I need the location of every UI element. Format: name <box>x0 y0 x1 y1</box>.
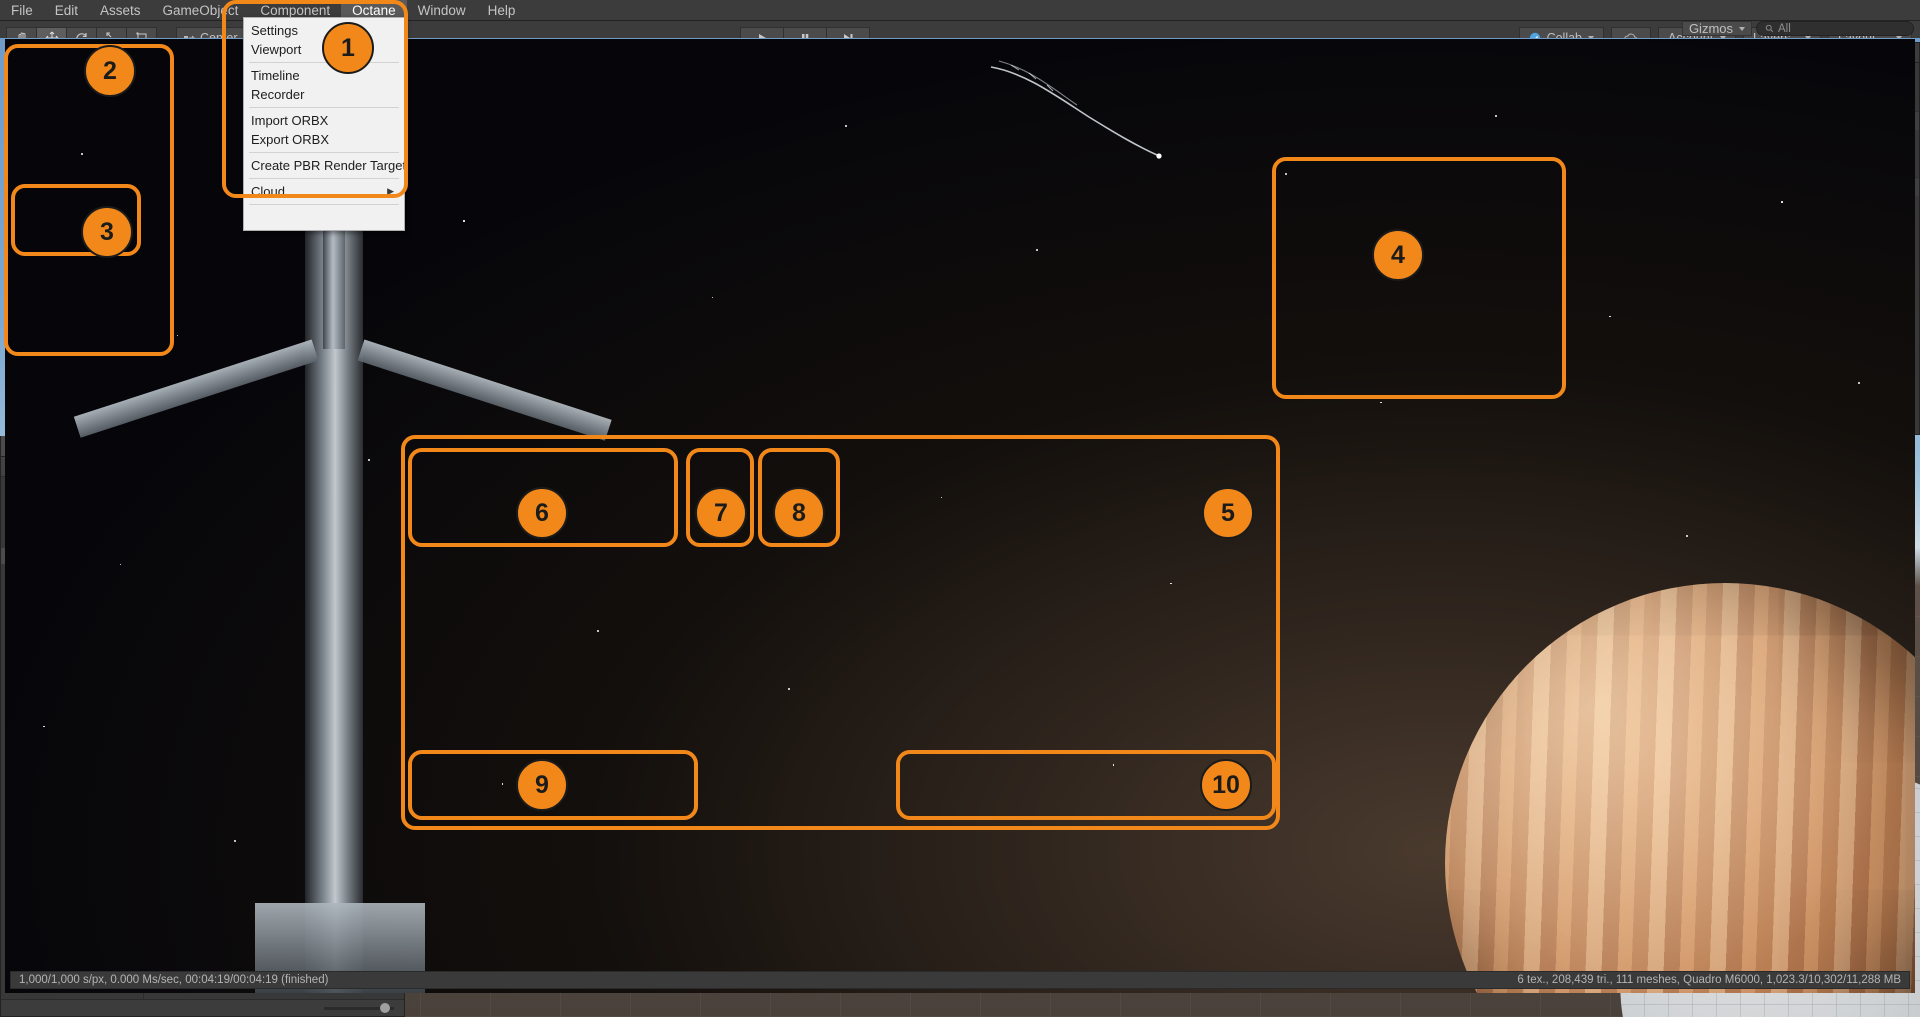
octane-menu-label: Recorder <box>251 87 305 102</box>
scene-search-input[interactable]: All <box>1756 21 1914 36</box>
octane-menu-label: Cloud <box>251 184 285 199</box>
octane-menu-recorder[interactable]: Recorder <box>244 85 404 104</box>
menu-edit[interactable]: Edit <box>44 0 89 21</box>
octane-menu-create-pbr-render-target[interactable]: Create PBR Render Target <box>244 156 407 175</box>
search-icon <box>1765 24 1774 33</box>
octane-menu-label: Create PBR Render Target <box>251 158 407 173</box>
annotation-number: 2 <box>103 56 117 85</box>
octane-menu-export-orbx[interactable]: Export ORBX <box>244 130 404 149</box>
menu-help[interactable]: Help <box>477 0 527 21</box>
octane-menu-install <box>244 208 404 227</box>
octane-menu-label: Import ORBX <box>251 113 329 128</box>
comet-debris <box>990 60 1162 159</box>
render-status-right: 6 tex., 208,439 tri., 111 meshes, Quadro… <box>1517 974 1901 986</box>
chevron-down-icon <box>1739 26 1745 31</box>
slider-knob[interactable] <box>380 1002 390 1013</box>
menu-separator <box>249 152 399 153</box>
gizmos-dropdown[interactable]: Gizmos <box>1681 21 1752 36</box>
menu-separator <box>249 107 399 108</box>
octane-menu-label: Export ORBX <box>251 132 330 147</box>
menu-file[interactable]: File <box>0 0 44 21</box>
annotation-number: 4 <box>1391 240 1405 269</box>
render-status-bar: 1,000/1,000 s/px, 0.000 Ms/sec, 00:04:19… <box>10 971 1910 989</box>
annotation-marker-3: 3 <box>81 206 133 258</box>
asset-zoom-slider[interactable] <box>324 1002 394 1013</box>
annotation-marker-5: 5 <box>1202 487 1254 539</box>
annotation-marker-8: 8 <box>773 487 825 539</box>
octane-menu-import-orbx[interactable]: Import ORBX <box>244 111 404 130</box>
annotation-number: 6 <box>535 498 549 527</box>
chevron-right-icon: ▶ <box>387 186 394 196</box>
project-footer <box>1 999 404 1016</box>
annotation-number: 10 <box>1212 770 1240 799</box>
annotation-marker-10: 10 <box>1200 759 1252 811</box>
menu-separator <box>249 178 399 179</box>
octane-menu-label: Timeline <box>251 68 300 83</box>
menu-window[interactable]: Window <box>407 0 477 21</box>
annotation-number: 8 <box>792 498 806 527</box>
menu-separator <box>249 62 399 63</box>
scene-gizmos-bar: Gizmos All <box>1681 19 1914 38</box>
annotation-number: 3 <box>100 217 114 246</box>
annotation-marker-6: 6 <box>516 487 568 539</box>
menu-gameobject[interactable]: GameObject <box>152 0 250 21</box>
annotation-number: 9 <box>535 770 549 799</box>
unity-editor-window: File Edit Assets GameObject Component Oc… <box>0 0 1920 1017</box>
annotation-marker-7: 7 <box>695 487 747 539</box>
octane-menu-timeline[interactable]: Timeline <box>244 66 404 85</box>
pbr-viewport-panel: PBR Viewport AF <box>0 39 1915 993</box>
annotation-number: 7 <box>714 498 728 527</box>
annotation-marker-2: 2 <box>84 45 136 97</box>
render-status-left: 1,000/1,000 s/px, 0.000 Ms/sec, 00:04:19… <box>19 974 329 986</box>
octane-menu-label: Viewport <box>251 42 302 57</box>
annotation-marker-9: 9 <box>516 759 568 811</box>
annotation-number: 5 <box>1221 498 1235 527</box>
menu-assets[interactable]: Assets <box>89 0 152 21</box>
scene-search-text: All <box>1778 22 1791 35</box>
octane-menu-cloud[interactable]: Cloud ▶ <box>244 182 404 201</box>
annotation-marker-4: 4 <box>1372 229 1424 281</box>
gizmos-label: Gizmos <box>1688 21 1733 36</box>
menu-separator <box>249 204 399 205</box>
annotation-number: 1 <box>341 33 355 62</box>
octane-menu-label: Settings <box>251 23 298 38</box>
annotation-marker-1: 1 <box>322 22 374 74</box>
